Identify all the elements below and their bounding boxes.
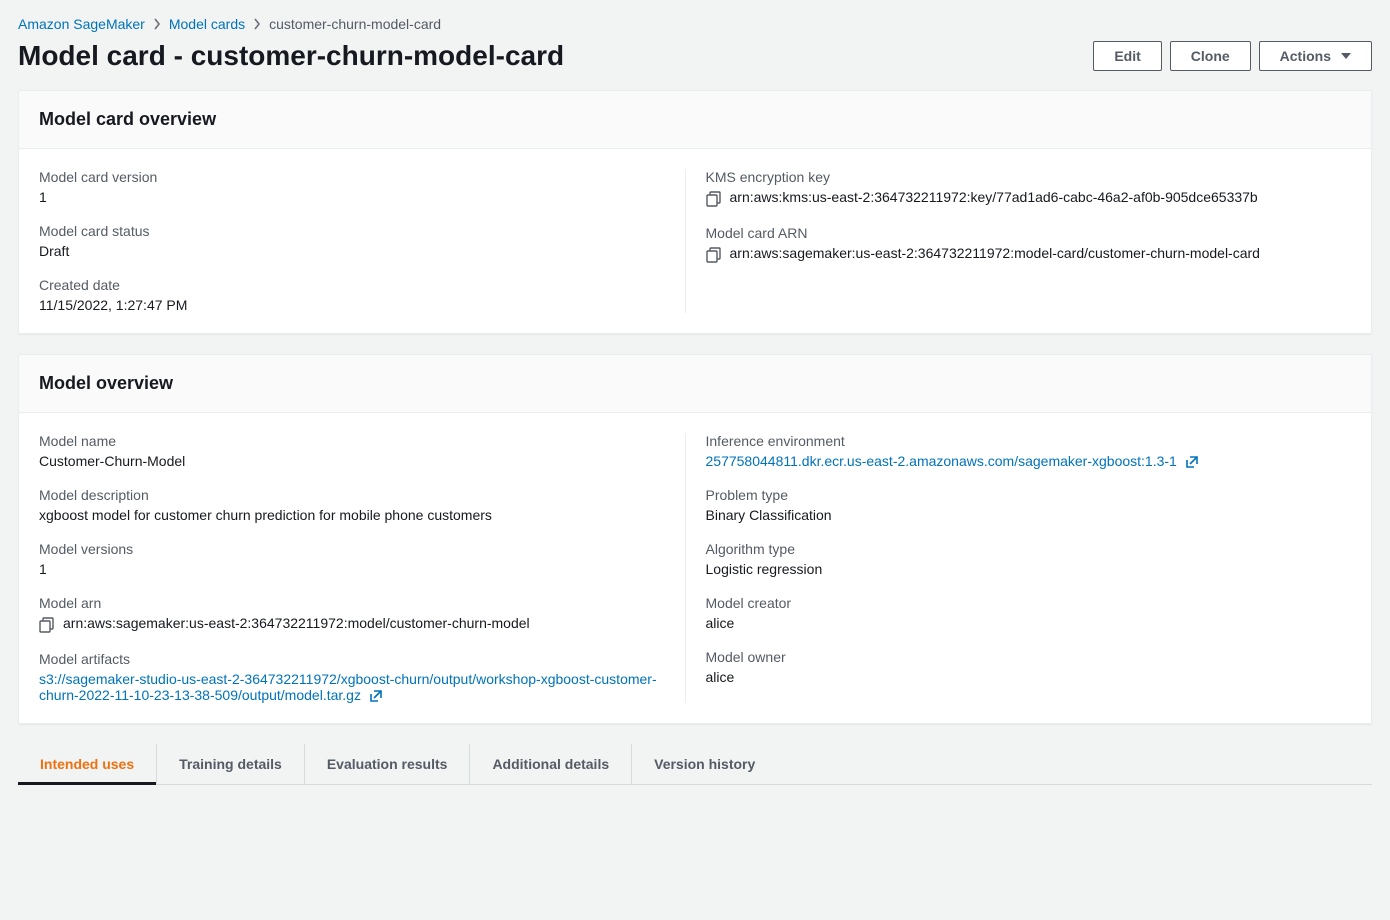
actions-label: Actions: [1280, 48, 1331, 64]
panel-header: Model overview: [19, 355, 1371, 413]
chevron-right-icon: [153, 18, 161, 30]
breadcrumb-root[interactable]: Amazon SageMaker: [18, 16, 145, 32]
field-value-creator: alice: [706, 615, 1332, 631]
field-label-creator: Model creator: [706, 595, 1332, 611]
panel-title: Model overview: [39, 373, 1351, 394]
chevron-right-icon: [253, 18, 261, 30]
actions-dropdown[interactable]: Actions: [1259, 41, 1372, 71]
field-value-kms: arn:aws:kms:us-east-2:364732211972:key/7…: [730, 189, 1258, 205]
tab-additional-details[interactable]: Additional details: [470, 744, 632, 784]
edit-button[interactable]: Edit: [1093, 41, 1161, 71]
page-title: Model card - customer-churn-model-card: [18, 40, 564, 72]
artifacts-link[interactable]: s3://sagemaker-studio-us-east-2-36473221…: [39, 671, 657, 703]
field-label-status: Model card status: [39, 223, 665, 239]
field-label-created: Created date: [39, 277, 665, 293]
field-value-inference: 257758044811.dkr.ecr.us-east-2.amazonaws…: [706, 453, 1177, 469]
field-value-artifacts: s3://sagemaker-studio-us-east-2-36473221…: [39, 671, 657, 703]
field-label-model-desc: Model description: [39, 487, 665, 503]
inference-link[interactable]: 257758044811.dkr.ecr.us-east-2.amazonaws…: [706, 453, 1199, 469]
field-value-version: 1: [39, 189, 665, 205]
field-label-problem: Problem type: [706, 487, 1332, 503]
tabs: Intended uses Training details Evaluatio…: [18, 744, 1372, 785]
field-value-problem: Binary Classification: [706, 507, 1332, 523]
field-value-created: 11/15/2022, 1:27:47 PM: [39, 297, 665, 313]
model-card-overview-panel: Model card overview Model card version 1…: [18, 90, 1372, 334]
external-link-icon: [1185, 455, 1199, 469]
field-value-status: Draft: [39, 243, 665, 259]
breadcrumb: Amazon SageMaker Model cards customer-ch…: [18, 16, 1372, 32]
field-value-card-arn: arn:aws:sagemaker:us-east-2:364732211972…: [730, 245, 1260, 261]
page-header: Model card - customer-churn-model-card E…: [18, 40, 1372, 72]
panel-header: Model card overview: [19, 91, 1371, 149]
tab-training-details[interactable]: Training details: [157, 744, 305, 784]
field-label-algo: Algorithm type: [706, 541, 1332, 557]
header-actions: Edit Clone Actions: [1093, 41, 1372, 71]
field-label-kms: KMS encryption key: [706, 169, 1332, 185]
field-value-model-arn: arn:aws:sagemaker:us-east-2:364732211972…: [63, 615, 530, 631]
field-label-model-name: Model name: [39, 433, 665, 449]
field-value-model-desc: xgboost model for customer churn predict…: [39, 507, 665, 523]
field-label-model-arn: Model arn: [39, 595, 665, 611]
copy-icon[interactable]: [706, 191, 722, 207]
tab-intended-uses[interactable]: Intended uses: [18, 744, 157, 784]
copy-icon[interactable]: [706, 247, 722, 263]
tab-version-history[interactable]: Version history: [632, 744, 777, 784]
breadcrumb-parent[interactable]: Model cards: [169, 16, 245, 32]
clone-button[interactable]: Clone: [1170, 41, 1251, 71]
field-label-version: Model card version: [39, 169, 665, 185]
field-label-model-versions: Model versions: [39, 541, 665, 557]
field-label-card-arn: Model card ARN: [706, 225, 1332, 241]
tab-evaluation-results[interactable]: Evaluation results: [305, 744, 471, 784]
field-label-inference: Inference environment: [706, 433, 1332, 449]
field-value-model-versions: 1: [39, 561, 665, 577]
copy-icon[interactable]: [39, 617, 55, 633]
panel-title: Model card overview: [39, 109, 1351, 130]
breadcrumb-current: customer-churn-model-card: [269, 16, 441, 32]
caret-down-icon: [1341, 53, 1351, 59]
field-label-owner: Model owner: [706, 649, 1332, 665]
model-overview-panel: Model overview Model name Customer-Churn…: [18, 354, 1372, 724]
field-value-model-name: Customer-Churn-Model: [39, 453, 665, 469]
field-value-algo: Logistic regression: [706, 561, 1332, 577]
external-link-icon: [369, 689, 383, 703]
field-label-artifacts: Model artifacts: [39, 651, 665, 667]
field-value-owner: alice: [706, 669, 1332, 685]
